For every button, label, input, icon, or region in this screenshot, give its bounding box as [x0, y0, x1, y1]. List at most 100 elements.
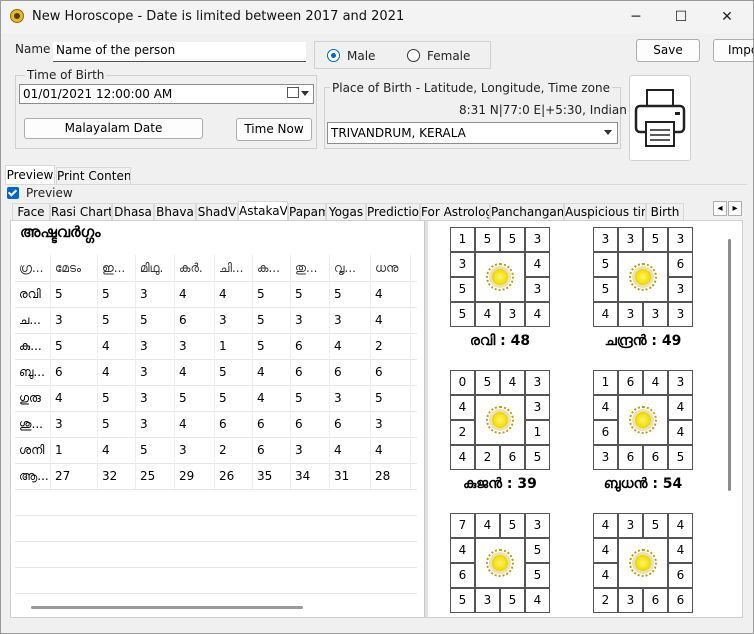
time-now-button[interactable]: Time Now: [236, 118, 312, 141]
table-cell: 31: [330, 463, 371, 489]
empty-row: [15, 541, 417, 568]
chart-house-cell: 4: [593, 563, 618, 588]
inner-tab-astakav[interactable]: AstakaV: [238, 201, 288, 221]
chart-house-cell: 4: [450, 445, 475, 470]
inner-tab-birth[interactable]: Birth: [646, 203, 684, 221]
table-cell: 4: [98, 359, 136, 385]
table-cell: ശു...: [15, 411, 51, 437]
table-cell: ശനി: [15, 437, 51, 463]
calendar-icon[interactable]: [287, 87, 299, 98]
chart-total-label: കുജൻ : 39: [463, 476, 537, 492]
female-radio[interactable]: [407, 49, 420, 62]
horizontal-scrollbar[interactable]: [31, 606, 303, 609]
name-label: Name: [15, 42, 51, 56]
table-cell: 6: [371, 359, 411, 385]
print-button[interactable]: [629, 75, 691, 161]
chart-house-cell: 1: [593, 370, 618, 395]
table-cell: 3: [51, 411, 98, 437]
table-cell: 29: [175, 463, 215, 489]
male-radio[interactable]: [327, 49, 340, 62]
inner-tab-rasi-charts[interactable]: Rasi Charts: [50, 203, 112, 221]
tab-scroll-right[interactable]: ▸: [728, 201, 742, 216]
chart-house-cell: 4: [668, 395, 693, 420]
chart-total-label: രവി : 48: [469, 333, 531, 349]
table-cell: 6: [330, 411, 371, 437]
vertical-scrollbar[interactable]: [728, 239, 731, 491]
printer-icon: [634, 89, 686, 147]
tab-print-contents[interactable]: Print Contents: [56, 167, 131, 185]
tab-scroll-left[interactable]: ◂: [713, 201, 727, 216]
panel-splitter[interactable]: [424, 221, 428, 617]
table-cell: 3: [136, 333, 175, 359]
chart-house-cell: 5: [525, 445, 550, 470]
table-cell: 4: [51, 385, 98, 411]
table-cell: 5: [330, 281, 371, 307]
chart-house-cell: 3: [618, 302, 643, 327]
save-button[interactable]: Save: [636, 39, 700, 62]
inner-tab-face[interactable]: Face: [12, 203, 50, 221]
table-cell: 4: [330, 333, 371, 359]
column-header: വൃ...: [330, 255, 371, 281]
inner-tab-bhava[interactable]: Bhava: [154, 203, 196, 221]
place-of-birth-label: Place of Birth - Latitude, Longitude, Ti…: [330, 81, 613, 95]
minimize-button[interactable]: ─: [613, 1, 659, 33]
inner-tab-prediction[interactable]: Prediction: [366, 203, 420, 221]
datetime-dropdown-icon[interactable]: [301, 91, 309, 96]
chart-house-cell: 3: [668, 302, 693, 327]
table-cell: 3: [51, 307, 98, 333]
place-combobox[interactable]: TRIVANDRUM, KERALA: [327, 122, 618, 144]
chart-house-cell: 4: [475, 302, 500, 327]
table-row: ശു... 3 5 3 4 6 6 6 6 3: [15, 411, 417, 438]
chart-house-cell: 5: [500, 513, 525, 538]
table-cell: 35: [253, 463, 291, 489]
table-cell: 5: [291, 385, 330, 411]
inner-tab-dhasa[interactable]: Dhasa: [112, 203, 154, 221]
malayalam-date-button[interactable]: Malayalam Date: [24, 118, 203, 139]
inner-tab-yogas[interactable]: Yogas: [326, 203, 366, 221]
chart-house-cell: 4: [593, 395, 618, 420]
chart-center: [475, 395, 525, 445]
planet-chart: 155343434553: [450, 227, 550, 327]
table-cell: 5: [253, 281, 291, 307]
chart-house-cell: 4: [525, 588, 550, 613]
chart-house-cell: 6: [668, 588, 693, 613]
sun-icon: [492, 555, 508, 571]
chart-house-cell: 5: [525, 563, 550, 588]
chart-house-cell: 4: [450, 395, 475, 420]
preview-checkbox[interactable]: [7, 187, 19, 199]
table-header-row: ഗ്ര... മേടം ഇ... മിഥു. കർ. ചി... ക... തു... വൃ..…: [15, 255, 417, 282]
birth-datetime-picker[interactable]: 01/01/2021 12:00:00 AM: [19, 84, 314, 104]
table-cell: 3: [136, 411, 175, 437]
chart-house-cell: 3: [593, 445, 618, 470]
tab-preview[interactable]: Preview: [5, 165, 55, 185]
chart-house-cell: 6: [618, 445, 643, 470]
table-cell: 5: [253, 307, 291, 333]
table-cell: 4: [371, 307, 411, 333]
sun-icon: [635, 555, 651, 571]
name-input[interactable]: Name of the person: [53, 42, 306, 62]
table-cell: 4: [175, 359, 215, 385]
table-cell: 4: [371, 281, 411, 307]
inner-tab-panchangam[interactable]: Panchangam: [490, 203, 564, 221]
inner-tab-shadv[interactable]: ShadV: [196, 203, 238, 221]
table-cell: 5: [51, 333, 98, 359]
maximize-button[interactable]: ☐: [658, 1, 704, 33]
window-title: New Horoscope - Date is limited between …: [32, 9, 405, 24]
chart-house-cell: 5: [450, 588, 475, 613]
chart-house-cell: 3: [618, 227, 643, 252]
table-cell: 25: [136, 463, 175, 489]
sun-icon: [492, 412, 508, 428]
place-dropdown-icon[interactable]: [604, 130, 612, 135]
table-cell: 6: [51, 359, 98, 385]
close-button[interactable]: ✕: [704, 1, 750, 33]
table-cell: 5: [371, 385, 411, 411]
chart-house-cell: 7: [450, 513, 475, 538]
import-button[interactable]: Impo: [713, 39, 753, 62]
inner-tab-for-astrologer[interactable]: For Astrologer: [420, 203, 490, 221]
chart-house-cell: 5: [450, 302, 475, 327]
table-cell: 3: [136, 385, 175, 411]
column-header: കർ.: [175, 255, 215, 281]
inner-tab-papam[interactable]: Papam: [288, 203, 326, 221]
inner-tab-auspicious-time[interactable]: Auspicious time: [564, 203, 646, 221]
table-cell: 4: [371, 437, 411, 463]
